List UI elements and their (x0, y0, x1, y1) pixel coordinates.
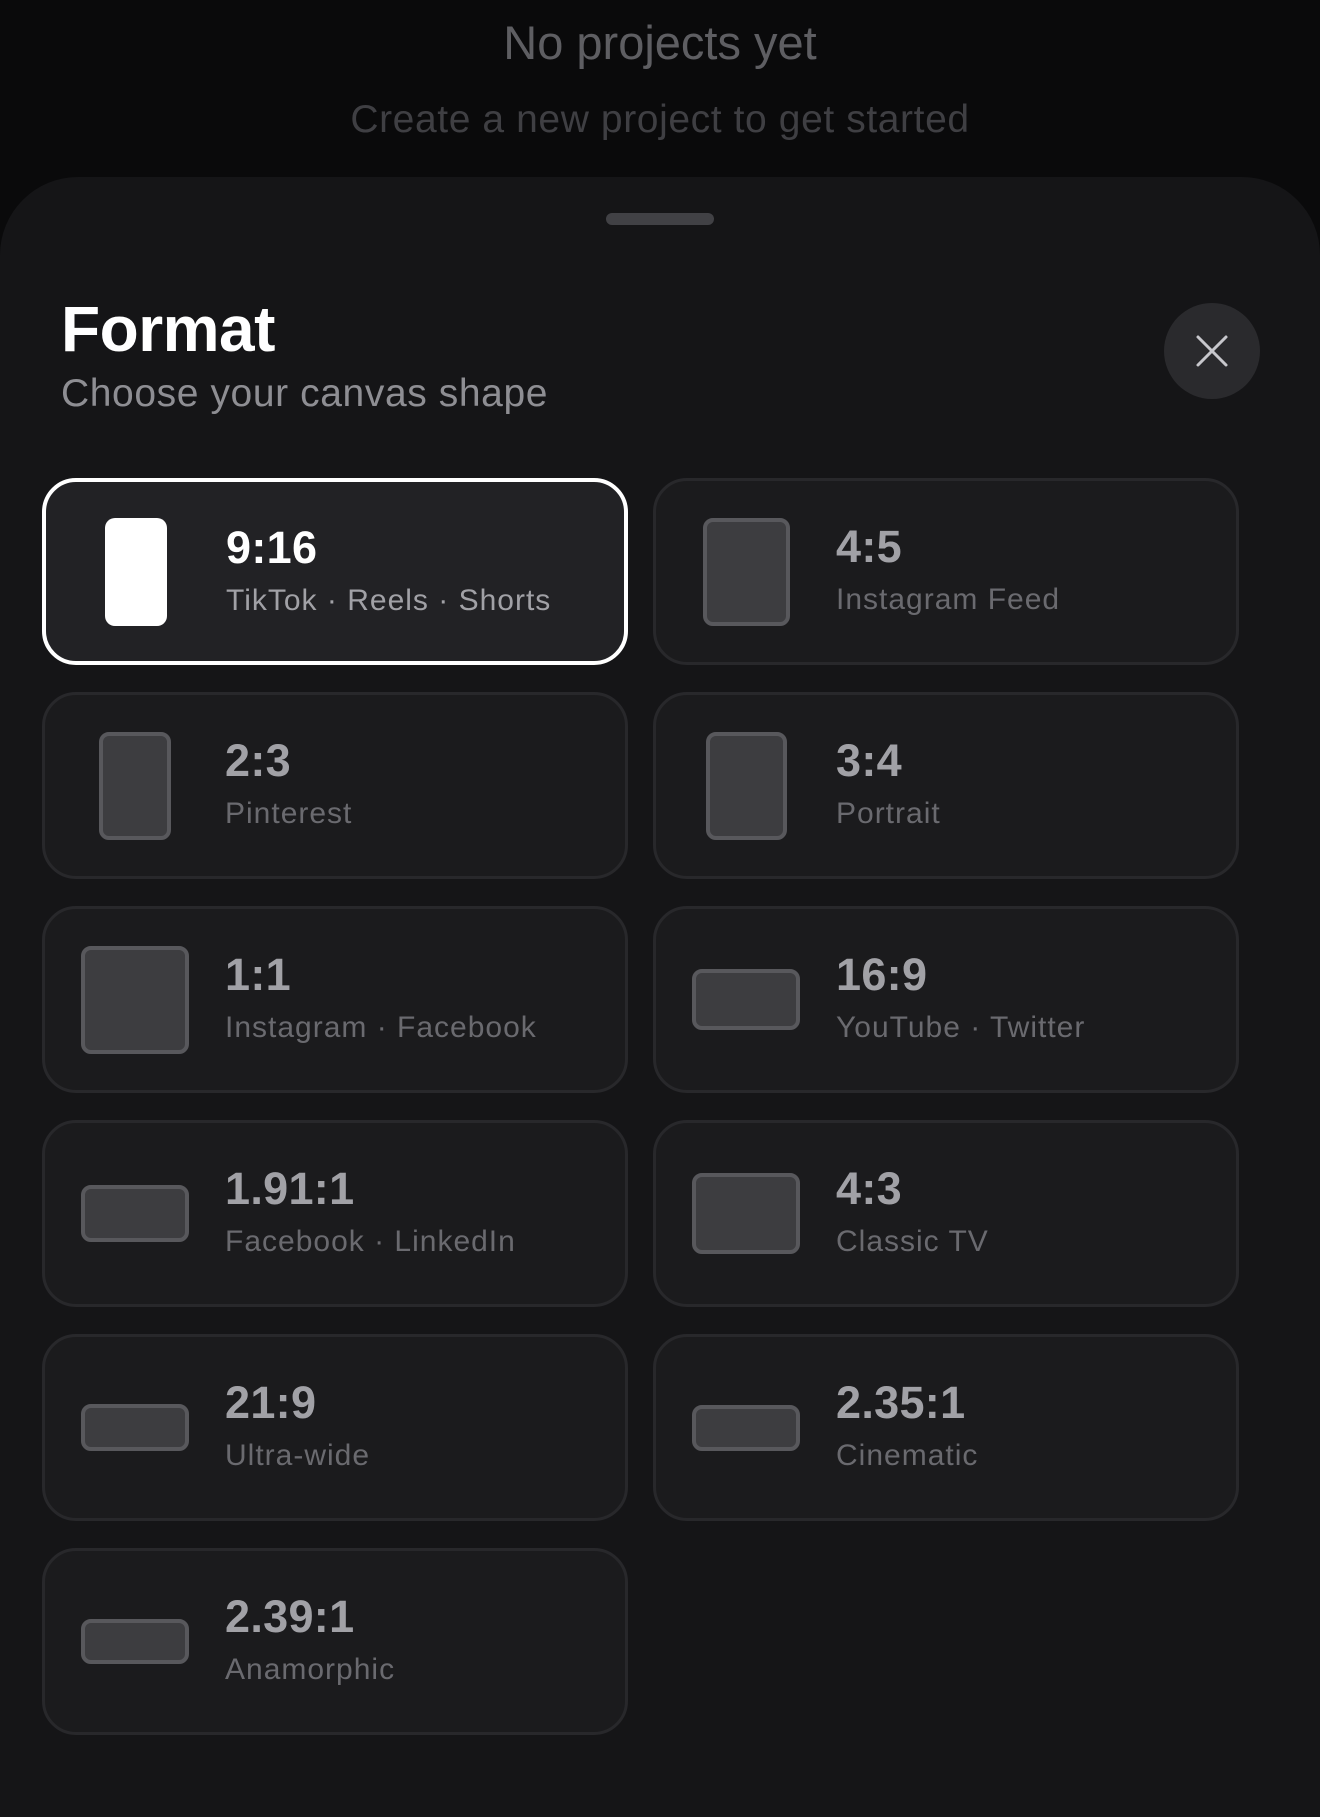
format-ratio: 1:1 (225, 949, 291, 1000)
format-platforms: TikTok · Reels · Shorts (226, 584, 552, 617)
aspect-preview-icon (105, 517, 167, 626)
format-platforms: Portrait (836, 797, 941, 830)
format-option-21-9[interactable]: 21:9 Ultra-wide (42, 1334, 628, 1521)
format-sheet: Format Choose your canvas shape 9:16 Tik… (0, 177, 1320, 1817)
aspect-preview-icon (99, 731, 171, 840)
format-option-2-39-1[interactable]: 2.39:1 Anamorphic (42, 1548, 628, 1735)
format-ratio: 1.91:1 (225, 1163, 355, 1214)
sheet-title: Format (61, 293, 275, 365)
format-ratio: 2:3 (225, 735, 291, 786)
aspect-preview-icon (705, 731, 787, 840)
format-ratio: 21:9 (225, 1377, 317, 1428)
aspect-preview-icon (81, 1404, 189, 1451)
aspect-preview-icon (81, 945, 189, 1054)
format-platforms: Facebook · LinkedIn (225, 1225, 516, 1258)
format-option-9-16[interactable]: 9:16 TikTok · Reels · Shorts (42, 478, 628, 665)
close-button[interactable] (1164, 303, 1260, 399)
format-platforms: Cinematic (836, 1439, 979, 1472)
sheet-grabber[interactable] (606, 213, 714, 225)
aspect-preview-icon (692, 1173, 800, 1254)
format-platforms: Pinterest (225, 797, 353, 830)
format-platforms: Anamorphic (225, 1653, 396, 1686)
format-option-2-35-1[interactable]: 2.35:1 Cinematic (653, 1334, 1239, 1521)
format-platforms: Classic TV (836, 1225, 989, 1258)
aspect-preview-icon (81, 1185, 189, 1242)
format-option-2-3[interactable]: 2:3 Pinterest (42, 692, 628, 879)
close-icon (1196, 335, 1228, 367)
aspect-preview-icon (692, 969, 800, 1030)
format-option-3-4[interactable]: 3:4 Portrait (653, 692, 1239, 879)
format-ratio: 9:16 (226, 522, 318, 573)
format-ratio: 3:4 (836, 735, 902, 786)
format-ratio: 16:9 (836, 949, 928, 1000)
format-ratio: 4:3 (836, 1163, 902, 1214)
format-ratio: 2.39:1 (225, 1591, 355, 1642)
sheet-subtitle: Choose your canvas shape (61, 372, 549, 415)
format-platforms: Instagram · Facebook (225, 1011, 537, 1044)
empty-state-title: No projects yet (503, 16, 817, 69)
aspect-preview-icon (702, 517, 790, 626)
format-option-1-1[interactable]: 1:1 Instagram · Facebook (42, 906, 628, 1093)
aspect-preview-icon (81, 1619, 189, 1664)
empty-state-subtitle: Create a new project to get started (350, 98, 970, 141)
format-platforms: Instagram Feed (836, 583, 1061, 616)
format-option-4-3[interactable]: 4:3 Classic TV (653, 1120, 1239, 1307)
format-platforms: Ultra-wide (225, 1439, 371, 1472)
format-ratio: 2.35:1 (836, 1377, 966, 1428)
format-grid: 9:16 TikTok · Reels · Shorts 4:5 Instagr… (42, 478, 1239, 1735)
format-option-4-5[interactable]: 4:5 Instagram Feed (653, 478, 1239, 665)
format-ratio: 4:5 (836, 521, 902, 572)
format-platforms: YouTube · Twitter (836, 1011, 1086, 1044)
aspect-preview-icon (692, 1404, 800, 1451)
format-option-1-91-1[interactable]: 1.91:1 Facebook · LinkedIn (42, 1120, 628, 1307)
format-option-16-9[interactable]: 16:9 YouTube · Twitter (653, 906, 1239, 1093)
